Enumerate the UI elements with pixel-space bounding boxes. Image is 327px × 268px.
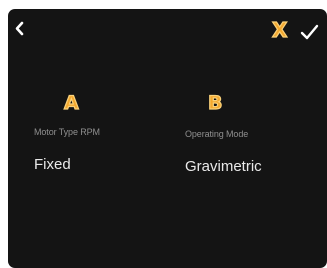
field-marker-a: A xyxy=(63,92,79,114)
field-marker-b: B xyxy=(207,92,223,114)
operating-mode-value[interactable]: Gravimetric xyxy=(185,158,262,175)
motor-type-rpm-value[interactable]: Fixed xyxy=(34,156,71,173)
checkmark-icon xyxy=(300,24,319,40)
close-marker-x[interactable]: X xyxy=(271,19,288,40)
settings-screen: X A Motor Type RPM Fixed B Operating Mod… xyxy=(8,9,327,268)
operating-mode-label: Operating Mode xyxy=(185,129,249,139)
motor-type-rpm-label: Motor Type RPM xyxy=(34,127,100,137)
chevron-left-icon xyxy=(15,21,24,36)
confirm-button[interactable] xyxy=(296,19,322,45)
back-button[interactable] xyxy=(9,12,35,46)
